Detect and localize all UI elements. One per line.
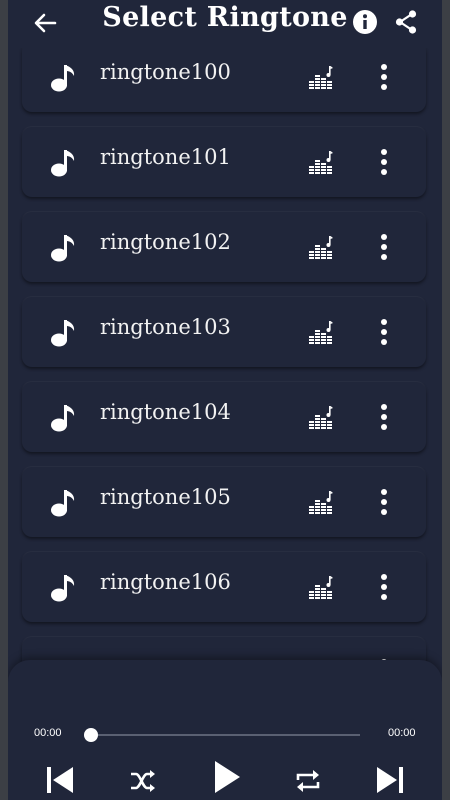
ringtone-equalizer-icon[interactable] bbox=[309, 65, 333, 89]
ringtone-name: ringtone100 bbox=[100, 60, 231, 84]
more-vertical-icon[interactable] bbox=[374, 232, 394, 262]
audio-player: 00:00 00:00 bbox=[8, 660, 442, 800]
skip-previous-icon[interactable] bbox=[46, 766, 74, 794]
current-time: 00:00 bbox=[34, 727, 62, 739]
shuffle-icon[interactable] bbox=[130, 769, 156, 793]
skip-next-icon[interactable] bbox=[376, 766, 404, 794]
share-icon[interactable] bbox=[393, 9, 419, 35]
ringtone-equalizer-icon[interactable] bbox=[309, 320, 333, 344]
ringtone-equalizer-icon[interactable] bbox=[309, 405, 333, 429]
more-vertical-icon[interactable] bbox=[374, 317, 394, 347]
music-note-icon bbox=[51, 490, 75, 517]
ringtone-item[interactable]: ringtone105 bbox=[22, 467, 426, 537]
ringtone-item[interactable]: ringtone104 bbox=[22, 382, 426, 452]
more-vertical-icon[interactable] bbox=[374, 402, 394, 432]
ringtone-name: ringtone105 bbox=[100, 485, 231, 509]
more-vertical-icon[interactable] bbox=[374, 572, 394, 602]
ringtone-item[interactable]: ringtone102 bbox=[22, 212, 426, 282]
ringtone-name: ringtone103 bbox=[100, 315, 231, 339]
repeat-icon[interactable] bbox=[295, 768, 321, 794]
info-icon[interactable] bbox=[352, 9, 378, 35]
ringtone-item[interactable]: ringtone103 bbox=[22, 297, 426, 367]
ringtone-name: ringtone104 bbox=[100, 400, 231, 424]
music-note-icon bbox=[51, 405, 75, 432]
more-vertical-icon[interactable] bbox=[374, 487, 394, 517]
ringtone-equalizer-icon[interactable] bbox=[309, 150, 333, 174]
seek-bar[interactable] bbox=[92, 734, 360, 736]
ringtone-item[interactable]: ringtone106 bbox=[22, 552, 426, 622]
ringtone-name: ringtone102 bbox=[100, 230, 231, 254]
total-time: 00:00 bbox=[388, 727, 416, 739]
app-header: Select Ringtone bbox=[8, 0, 442, 48]
music-note-icon bbox=[51, 575, 75, 602]
more-vertical-icon[interactable] bbox=[374, 62, 394, 92]
music-note-icon bbox=[51, 150, 75, 177]
ringtone-list[interactable]: ringtone100 ringtone101 ringtone102 ring… bbox=[8, 0, 442, 700]
ringtone-name: ringtone101 bbox=[100, 145, 231, 169]
ringtone-equalizer-icon[interactable] bbox=[309, 235, 333, 259]
music-note-icon bbox=[51, 320, 75, 347]
phone-screen: ringtone100 ringtone101 ringtone102 ring… bbox=[8, 0, 442, 800]
music-note-icon bbox=[51, 65, 75, 92]
ringtone-name: ringtone106 bbox=[100, 570, 231, 594]
ringtone-item[interactable]: ringtone101 bbox=[22, 127, 426, 197]
ringtone-item[interactable]: ringtone100 bbox=[22, 42, 426, 112]
ringtone-equalizer-icon[interactable] bbox=[309, 490, 333, 514]
more-vertical-icon[interactable] bbox=[374, 147, 394, 177]
ringtone-equalizer-icon[interactable] bbox=[309, 575, 333, 599]
seek-handle[interactable] bbox=[84, 728, 98, 742]
play-icon[interactable] bbox=[213, 760, 241, 794]
music-note-icon bbox=[51, 235, 75, 262]
